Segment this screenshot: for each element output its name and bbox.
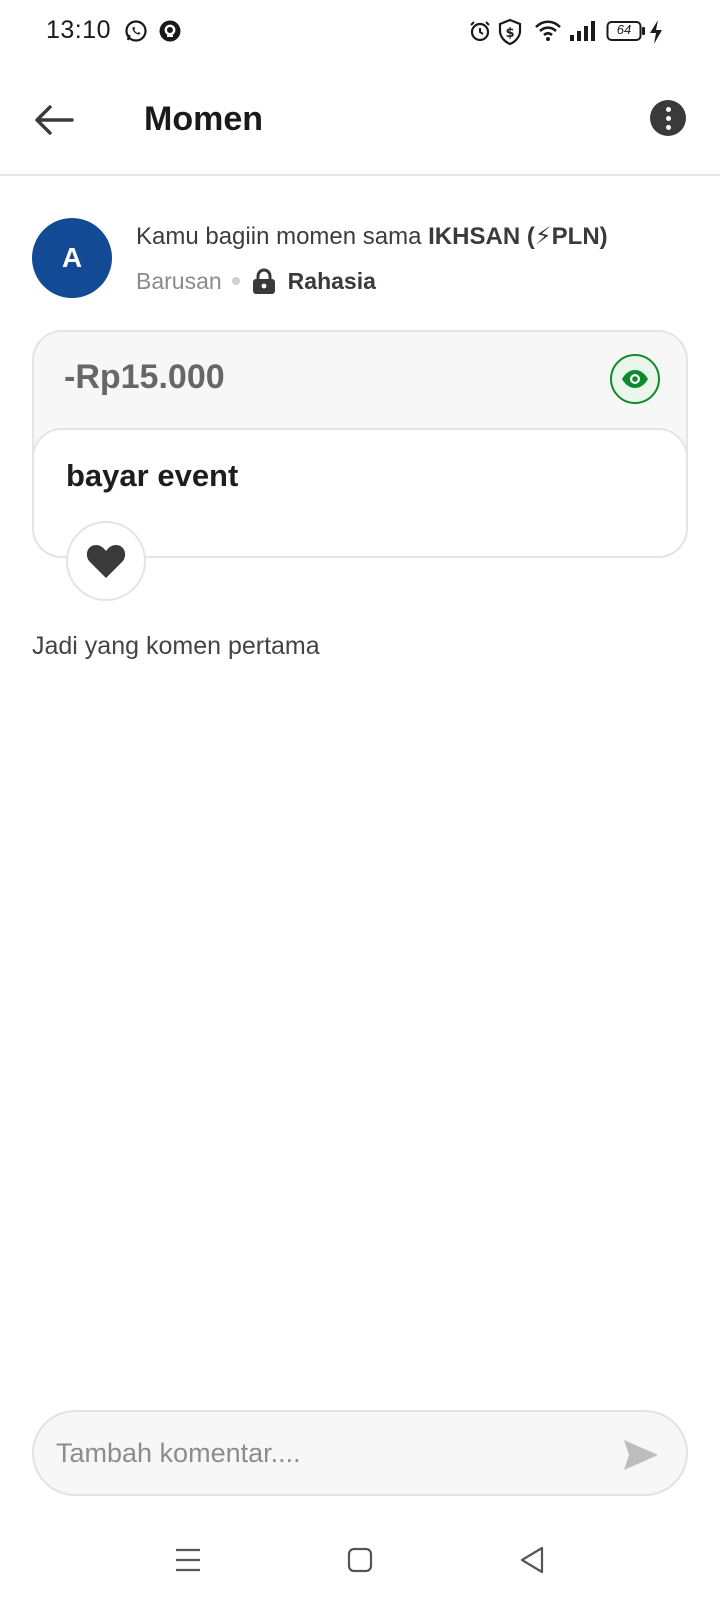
menu-icon — [176, 1548, 200, 1572]
status-bar: 13:10 $ 64 — [0, 0, 720, 64]
app-bar: Momen — [0, 64, 720, 176]
moment-card: -Rp15.000 bayar event — [32, 330, 688, 558]
share-prefix: Kamu bagiin momen sama — [136, 223, 429, 250]
wifi-icon — [534, 19, 562, 48]
shield-dollar-icon: $ — [498, 18, 522, 50]
avatar-initial: A — [61, 242, 83, 273]
shared-with-name[interactable]: IKHSAN (⚡PLN) — [428, 223, 608, 250]
recent-apps-button[interactable] — [168, 1540, 208, 1580]
privacy-label[interactable]: Rahasia — [288, 268, 376, 295]
heart-icon — [86, 545, 126, 578]
toggle-visibility-button[interactable] — [610, 354, 660, 404]
moment-description: bayar event — [66, 458, 239, 493]
comment-input[interactable] — [56, 1428, 576, 1478]
square-icon — [347, 1547, 373, 1573]
arrow-left-icon — [35, 105, 74, 135]
empty-comments-label: Jadi yang komen pertama — [32, 632, 320, 660]
avatar[interactable]: A — [32, 218, 112, 298]
whatsapp-icon — [124, 19, 148, 48]
battery-level: 64 — [616, 22, 632, 37]
eye-icon — [622, 370, 648, 388]
signal-icon — [568, 19, 596, 48]
more-options-button[interactable] — [650, 100, 686, 136]
share-description: Kamu bagiin momen sama IKHSAN (⚡PLN) — [136, 222, 608, 251]
post-meta: Barusan Rahasia — [136, 266, 376, 296]
post-time: Barusan — [136, 267, 222, 294]
svg-text:$: $ — [505, 26, 514, 41]
separator-dot — [231, 277, 240, 285]
like-button[interactable] — [66, 521, 146, 601]
back-button[interactable] — [26, 92, 82, 148]
triangle-back-icon — [520, 1546, 544, 1574]
page-title: Momen — [144, 100, 263, 138]
transaction-amount: -Rp15.000 — [64, 358, 225, 396]
send-icon — [624, 1440, 658, 1470]
send-button[interactable] — [614, 1428, 668, 1482]
charging-icon — [648, 19, 664, 50]
battery-icon: 64 — [606, 20, 646, 47]
lock-icon — [250, 267, 278, 295]
alarm-icon — [468, 19, 492, 48]
app-notification-icon — [158, 19, 182, 48]
back-nav-button[interactable] — [512, 1540, 552, 1580]
status-time: 13:10 — [46, 16, 112, 44]
system-nav-bar — [0, 1520, 720, 1600]
more-vertical-icon — [665, 106, 671, 112]
home-button[interactable] — [340, 1540, 380, 1580]
comment-box — [32, 1410, 688, 1496]
